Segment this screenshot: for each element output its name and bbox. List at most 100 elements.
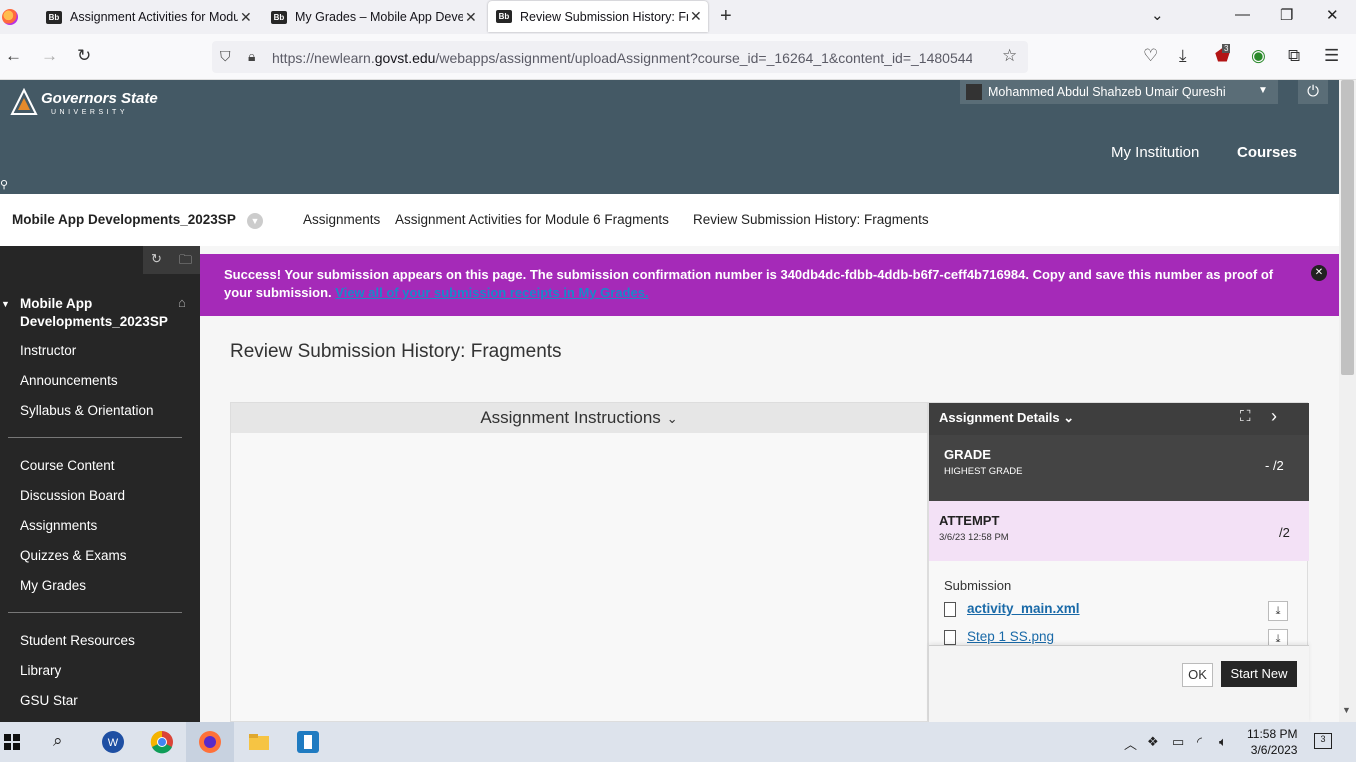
page-scrollbar[interactable]: ▼ — [1339, 80, 1356, 722]
attempt-label: ATTEMPT — [939, 513, 1000, 528]
close-icon[interactable]: ✕ — [1311, 265, 1327, 281]
notification-icon[interactable]: 3 — [1314, 733, 1332, 749]
home-icon[interactable]: ⌂ — [178, 295, 186, 310]
pocket-icon[interactable]: ♡ — [1143, 46, 1158, 66]
blackboard-favicon-icon: Bb — [271, 10, 287, 24]
sidebar-item-discussion-board[interactable]: Discussion Board — [20, 488, 125, 503]
gsu-logo-mark-icon — [10, 88, 38, 115]
restore-icon[interactable]: ❐ — [1280, 6, 1293, 24]
lock-icon[interactable]: 🔒︎ — [248, 48, 255, 65]
new-tab-icon[interactable]: + — [720, 5, 732, 28]
details-title[interactable]: Assignment Details ⌄ — [939, 410, 1074, 426]
file-link[interactable]: Step 1 SS.png — [967, 629, 1054, 644]
hamburger-menu-icon[interactable]: ☰ — [1324, 46, 1339, 66]
close-tab-icon[interactable]: ✕ — [690, 8, 702, 25]
app-icon[interactable] — [296, 730, 320, 754]
logout-power-icon[interactable]: ⏻ — [1298, 80, 1328, 104]
pin-icon[interactable]: ⚲ — [0, 178, 8, 191]
firefox-taskbar-icon[interactable] — [198, 730, 222, 754]
shield-icon[interactable]: ⛉ — [220, 48, 231, 65]
nav-courses[interactable]: Courses — [1237, 144, 1297, 161]
refresh-icon[interactable]: ↻ — [151, 251, 162, 267]
folder-icon[interactable]: 🗀︎ — [179, 251, 192, 273]
scrollbar-thumb[interactable] — [1341, 80, 1354, 375]
close-tab-icon[interactable]: ✕ — [240, 9, 252, 26]
details-header: Assignment Details ⌄ ⛶ › — [929, 403, 1309, 435]
file-explorer-icon[interactable] — [247, 730, 271, 754]
sidebar-item-library[interactable]: Library — [20, 663, 61, 678]
instructions-panel: Assignment Instructions ⌄ — [230, 402, 928, 722]
logo-name: Governors State — [41, 90, 158, 107]
close-window-icon[interactable]: ✕ — [1326, 6, 1339, 24]
globe-extension-icon[interactable]: ◉ — [1251, 46, 1266, 66]
dropbox-icon[interactable]: ❖ — [1147, 734, 1159, 750]
expand-icon[interactable]: ⛶ — [1240, 408, 1251, 425]
svg-text:W: W — [108, 737, 119, 749]
close-tab-icon[interactable]: ✕ — [465, 9, 477, 26]
sidebar-item-syllabus[interactable]: Syllabus & Orientation — [20, 403, 154, 418]
system-clock[interactable]: 11:58 PM 3/6/2023 — [1247, 726, 1297, 758]
attempt-value: /2 — [1279, 525, 1290, 540]
sidebar-item-my-grades[interactable]: My Grades — [20, 578, 86, 593]
url-text[interactable]: https://newlearn.govst.edu/webapps/assig… — [272, 50, 972, 66]
breadcrumb-item-module[interactable]: Assignment Activities for Module 6 Fragm… — [395, 212, 669, 227]
sidebar-item-announcements[interactable]: Announcements — [20, 373, 118, 388]
chevron-up-icon[interactable]: ︿ — [1124, 734, 1137, 753]
download-icon[interactable]: ⤓ — [1268, 601, 1288, 621]
breadcrumb-course[interactable]: Mobile App Developments_2023SP — [12, 212, 236, 227]
user-menu[interactable]: Mohammed Abdul Shahzeb Umair Qureshi ▼ — [960, 80, 1278, 104]
sidebar-item-course-content[interactable]: Course Content — [20, 458, 115, 473]
downloads-icon[interactable]: ⤓ — [1179, 46, 1187, 66]
nav-my-institution[interactable]: My Institution — [1111, 144, 1199, 161]
page-title: Review Submission History: Fragments — [230, 341, 562, 362]
submission-receipts-link[interactable]: View all of your submission receipts in … — [335, 285, 648, 300]
sidebar-item-assignments[interactable]: Assignments — [20, 518, 97, 533]
file-link[interactable]: activity_main.xml — [967, 601, 1080, 616]
tab-my-grades[interactable]: Bb My Grades – Mobile App Develo ✕ — [271, 0, 477, 34]
address-bar[interactable]: ⛉ 🔒︎ https://newlearn.govst.edu/webapps/… — [212, 41, 1028, 73]
bookmark-star-icon[interactable]: ☆ — [1002, 46, 1017, 66]
sidebar-item-student-resources[interactable]: Student Resources — [20, 633, 135, 648]
tab-label: My Grades – Mobile App Develo — [295, 10, 463, 24]
back-icon[interactable]: ← — [5, 46, 22, 66]
chevron-down-icon[interactable]: ▼ — [247, 213, 263, 229]
volume-icon[interactable]: 🔈︎ — [1219, 734, 1227, 750]
sidebar-item-instructor[interactable]: Instructor — [20, 343, 76, 358]
sidebar-course-title[interactable]: Mobile App Developments_2023SP — [20, 295, 170, 331]
success-message: Success! Your submission appears on this… — [224, 267, 1274, 300]
sidebar-item-quizzes[interactable]: Quizzes & Exams — [20, 548, 127, 563]
collapse-triangle-icon[interactable]: ▼ — [1, 299, 10, 309]
blackboard-favicon-icon: Bb — [496, 10, 512, 23]
list-item: activity_main.xml ⤓ — [944, 600, 1294, 622]
tab-list-chevron-icon[interactable]: ⌄ — [1151, 6, 1164, 24]
wifi-icon[interactable]: ◜ — [1197, 734, 1202, 750]
assignment-details-panel: Assignment Details ⌄ ⛶ › GRADE HIGHEST G… — [928, 402, 1309, 723]
scroll-down-icon[interactable]: ▼ — [1342, 705, 1351, 715]
tab-review-submission[interactable]: Bb Review Submission History: Frag ✕ — [488, 1, 708, 32]
search-icon[interactable]: ⌕ — [53, 731, 63, 751]
sidebar-item-gsu-star[interactable]: GSU Star — [20, 693, 78, 708]
tab-assignment-activities[interactable]: Bb Assignment Activities for Module ✕ — [46, 0, 252, 34]
instructions-toggle[interactable]: Assignment Instructions ⌄ — [231, 403, 927, 433]
attempt-row[interactable]: ATTEMPT 3/6/23 12:58 PM /2 — [929, 501, 1309, 561]
ok-button[interactable]: OK — [1182, 663, 1213, 687]
user-name: Mohammed Abdul Shahzeb Umair Qureshi — [988, 85, 1226, 99]
windows-start-icon[interactable] — [4, 734, 20, 750]
breadcrumb-item-assignments[interactable]: Assignments — [303, 212, 380, 227]
grade-label: GRADE — [944, 447, 991, 462]
forward-icon[interactable]: → — [41, 46, 58, 66]
minimize-icon[interactable]: — — [1235, 6, 1250, 23]
firefox-icon[interactable] — [2, 9, 18, 25]
chevron-right-icon[interactable]: › — [1271, 406, 1277, 427]
reload-icon[interactable]: ↻ — [77, 46, 91, 66]
avatar — [966, 84, 982, 100]
tab-label: Review Submission History: Frag — [520, 9, 688, 24]
start-new-button[interactable]: Start New — [1221, 661, 1297, 687]
battery-icon[interactable]: ▭ — [1172, 734, 1184, 750]
extension-badge: 3 — [1222, 44, 1231, 53]
submission-label: Submission — [944, 578, 1012, 593]
browser-nav-bar: ← → ↻ ⛉ 🔒︎ https://newlearn.govst.edu/we… — [0, 34, 1356, 80]
extensions-puzzle-icon[interactable]: ⧉ — [1288, 46, 1300, 66]
word-pad-icon[interactable]: W — [101, 730, 125, 754]
chrome-icon[interactable] — [150, 730, 174, 754]
